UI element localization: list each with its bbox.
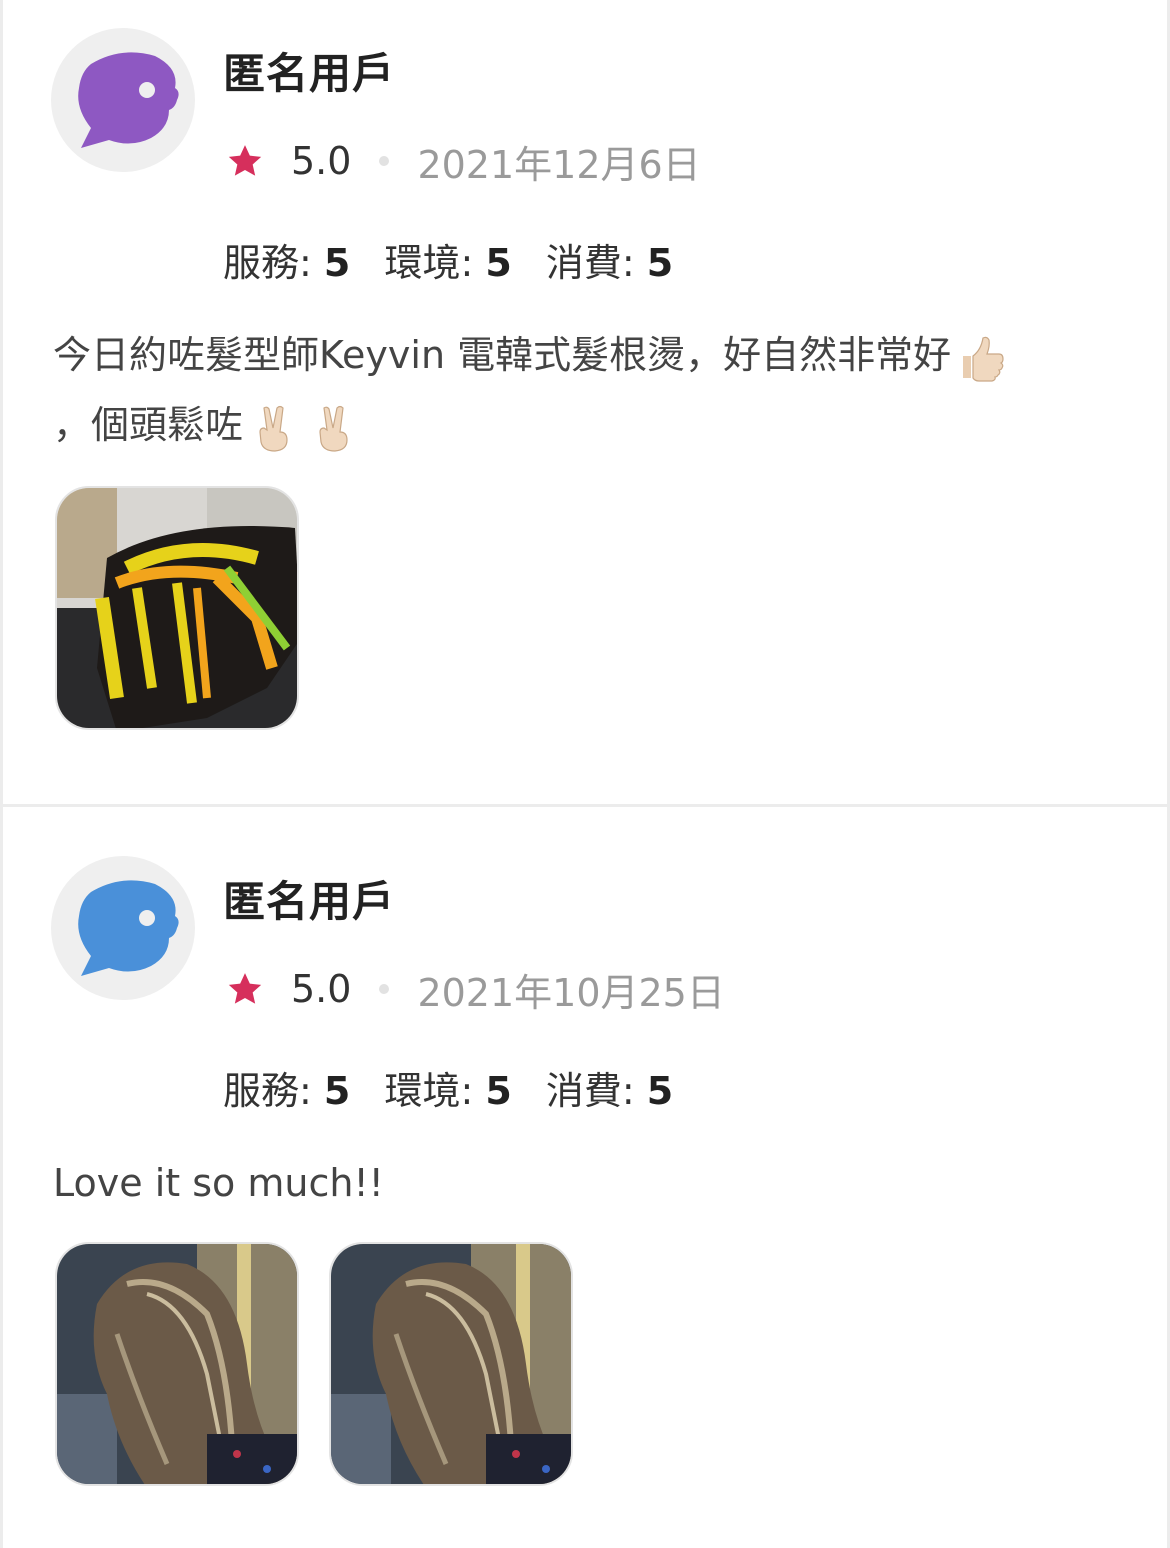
score-cost: 消費: 5 <box>545 1069 674 1113</box>
score-cost: 消費: 5 <box>545 241 674 285</box>
review-card: 匿名用戶 5.0 2021年12月6日 服務: 5 環境: 5 消費: 5 今日… <box>3 0 1167 806</box>
hair-highlights-photo <box>57 1244 297 1484</box>
chat-bubble-face-icon <box>78 52 179 148</box>
sub-scores: 服務: 5 環境: 5 消費: 5 <box>223 1060 695 1115</box>
rating-score: 5.0 <box>291 967 352 1011</box>
hair-highlights-photo <box>331 1244 571 1484</box>
separator-dot <box>379 984 390 994</box>
thumbs-up-icon <box>963 336 1004 382</box>
score-environment: 環境: 5 <box>384 1069 512 1113</box>
rating-score: 5.0 <box>291 139 352 183</box>
star-icon <box>228 973 262 1004</box>
score-environment: 環境: 5 <box>384 241 512 285</box>
victory-hand-icon <box>259 405 288 452</box>
avatar[interactable] <box>51 856 195 1000</box>
review-text-part1: Love it so much!! <box>53 1161 384 1205</box>
review-date: 2021年12月6日 <box>417 142 701 187</box>
review-text: Love it so much!! <box>53 1148 1123 1218</box>
star-icon <box>228 145 262 176</box>
review-text: 今日約咗髮型師Keyvin 電韓式髮根燙，好自然非常好 ，個頭鬆咗 <box>53 320 1123 460</box>
review-photo[interactable] <box>329 1242 573 1486</box>
victory-hand-icon <box>319 405 348 452</box>
rating-line: 5.0 2021年10月25日 <box>225 964 725 1015</box>
divider <box>3 804 1167 807</box>
review-text-part1: 今日約咗髮型師Keyvin 電韓式髮根燙，好自然非常好 <box>53 333 952 377</box>
avatar[interactable] <box>51 28 195 172</box>
score-service: 服務: 5 <box>223 241 351 285</box>
rating-line: 5.0 2021年12月6日 <box>225 136 701 187</box>
separator-dot <box>379 156 390 166</box>
username[interactable]: 匿名用戶 <box>223 868 395 929</box>
sub-scores: 服務: 5 環境: 5 消費: 5 <box>223 232 695 287</box>
reviews-page: 匿名用戶 5.0 2021年12月6日 服務: 5 環境: 5 消費: 5 今日… <box>0 0 1170 1548</box>
review-photo[interactable] <box>55 486 299 730</box>
chat-bubble-face-icon <box>78 880 179 976</box>
review-date: 2021年10月25日 <box>417 970 725 1015</box>
review-text-part2: ，個頭鬆咗 <box>53 403 244 447</box>
review-card: 匿名用戶 5.0 2021年10月25日 服務: 5 環境: 5 消費: 5 L… <box>3 808 1167 1548</box>
score-service: 服務: 5 <box>223 1069 351 1113</box>
username[interactable]: 匿名用戶 <box>223 40 395 101</box>
hair-perm-rollers-photo <box>57 488 297 728</box>
review-photo[interactable] <box>55 1242 299 1486</box>
